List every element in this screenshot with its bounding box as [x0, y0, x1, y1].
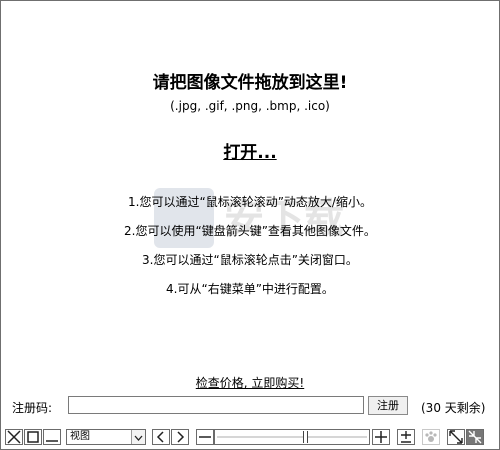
fit-toggle-icon: [401, 431, 411, 443]
usage-tips: 1.您可以通过“鼠标滚轮滚动”动态放大/缩小。 2.您可以使用“键盘箭头键”查看…: [0, 194, 500, 310]
zoom-in-button[interactable]: [372, 429, 390, 445]
shrink-button[interactable]: [466, 429, 484, 445]
minimize-icon: [46, 440, 58, 442]
zoom-out-icon: [199, 436, 211, 438]
close-button[interactable]: [5, 429, 23, 445]
zoom-out-button[interactable]: [196, 429, 214, 445]
zoom-slider-thumb[interactable]: [303, 431, 308, 443]
maximize-button[interactable]: [24, 429, 42, 445]
zoom-slider[interactable]: [214, 429, 370, 445]
open-file-link[interactable]: 打开...: [0, 138, 500, 163]
maximize-icon: [27, 431, 39, 443]
supported-formats: (.jpg, .gif, .png, .bmp, .ico): [170, 99, 330, 113]
tip-1: 1.您可以通过“鼠标滚轮滚动”动态放大/缩小。: [128, 195, 372, 209]
tip-3: 3.您可以通过“鼠标滚轮点击”关闭窗口。: [142, 253, 358, 267]
drop-hint-title: 请把图像文件拖放到这里!: [152, 73, 348, 93]
buy-now-link[interactable]: 检查价格, 立即购买!: [0, 374, 500, 391]
previous-image-button[interactable]: [152, 429, 170, 445]
registration-code-input[interactable]: [68, 396, 364, 414]
zoom-slider-track: [217, 436, 367, 438]
registration-label: 注册码:: [12, 401, 53, 415]
minimize-button[interactable]: [43, 429, 61, 445]
next-image-button[interactable]: [171, 429, 189, 445]
expand-icon: [449, 430, 463, 444]
view-mode-value: 视图: [70, 431, 90, 442]
register-button[interactable]: 注册: [368, 396, 408, 415]
shrink-icon: [468, 430, 482, 444]
tip-2: 2.您可以使用“键盘箭头键”查看其他图像文件。: [124, 224, 376, 238]
zoom-in-icon: [375, 431, 387, 443]
close-icon: [7, 430, 21, 444]
trial-days-left: (30 天剩余): [421, 401, 486, 415]
chevron-down-icon: [131, 430, 145, 444]
view-mode-select[interactable]: 视图: [66, 429, 146, 445]
next-icon: [177, 431, 185, 443]
previous-icon: [156, 431, 164, 443]
paw-icon: [425, 431, 437, 442]
expand-button[interactable]: [447, 429, 465, 445]
fit-toggle-button[interactable]: [397, 429, 415, 445]
paw-button[interactable]: [422, 429, 440, 445]
tip-4: 4.可从“右键菜单”中进行配置。: [166, 282, 334, 296]
